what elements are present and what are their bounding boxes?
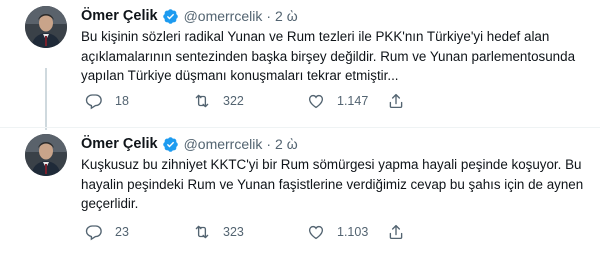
tweet-text: Bu kişinin sözleri radikal Yunan ve Rum … bbox=[81, 29, 576, 83]
retweet-icon bbox=[193, 223, 211, 241]
heart-icon bbox=[307, 92, 325, 110]
share-icon bbox=[387, 92, 405, 110]
tweet[interactable]: Ömer Çelik @omerrcelik · 2 ὼ Kuşkusuz bu… bbox=[0, 127, 600, 255]
reply-count: 23 bbox=[115, 225, 129, 239]
timestamp[interactable]: 2 ὼ bbox=[275, 136, 298, 152]
tweet-actions: 23 323 1.103 bbox=[85, 223, 405, 241]
like-button[interactable]: 1.103 bbox=[307, 223, 387, 241]
thread-connector-line bbox=[45, 68, 47, 130]
like-count: 1.147 bbox=[337, 94, 369, 108]
retweet-count: 322 bbox=[223, 94, 244, 108]
like-count: 1.103 bbox=[337, 225, 369, 239]
reply-button[interactable]: 23 bbox=[85, 223, 193, 241]
heart-icon bbox=[307, 223, 325, 241]
share-button[interactable] bbox=[387, 223, 405, 241]
share-icon bbox=[387, 223, 405, 241]
tweet-actions: 18 322 1.147 bbox=[85, 92, 405, 110]
share-button[interactable] bbox=[387, 92, 405, 110]
tweet[interactable]: Ömer Çelik @omerrcelik · 2 ὼ Bu kişinin … bbox=[0, 0, 600, 130]
author-handle[interactable]: @omerrcelik bbox=[184, 136, 263, 152]
verified-badge-icon bbox=[162, 8, 179, 25]
like-button[interactable]: 1.147 bbox=[307, 92, 387, 110]
reply-icon bbox=[85, 92, 103, 110]
retweet-icon bbox=[193, 92, 211, 110]
author-name[interactable]: Ömer Çelik bbox=[81, 136, 158, 152]
avatar[interactable] bbox=[25, 6, 67, 48]
reply-count: 18 bbox=[115, 94, 129, 108]
retweet-button[interactable]: 323 bbox=[193, 223, 307, 241]
author-handle[interactable]: @omerrcelik bbox=[184, 8, 263, 24]
verified-badge-icon bbox=[162, 136, 179, 153]
avatar[interactable] bbox=[25, 134, 67, 176]
tweet-text: Kuşkusuz bu zihniyet KKTC'yi bir Rum söm… bbox=[81, 157, 584, 211]
reply-icon bbox=[85, 223, 103, 241]
separator-dot: · bbox=[266, 8, 272, 24]
separator-dot: · bbox=[266, 136, 272, 152]
retweet-count: 323 bbox=[223, 225, 244, 239]
reply-button[interactable]: 18 bbox=[85, 92, 193, 110]
retweet-button[interactable]: 322 bbox=[193, 92, 307, 110]
author-name[interactable]: Ömer Çelik bbox=[81, 8, 158, 24]
timestamp[interactable]: 2 ὼ bbox=[275, 8, 298, 24]
